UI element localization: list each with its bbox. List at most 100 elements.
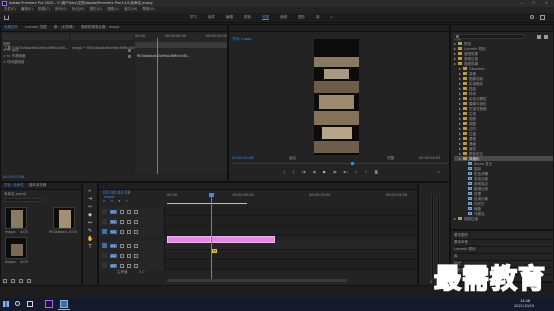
home-icon[interactable] — [4, 15, 9, 20]
razor-tool-icon[interactable]: ◆ — [87, 212, 93, 218]
expand-triangle-icon[interactable] — [459, 97, 461, 100]
workspace-assembly[interactable]: 组件 — [208, 15, 215, 20]
workspace-graphics[interactable]: 图形 — [298, 15, 305, 20]
solo-icon[interactable] — [133, 253, 138, 258]
expand-triangle-icon[interactable] — [459, 127, 461, 130]
snap-icon[interactable]: ∩ — [103, 199, 106, 203]
ec-playhead[interactable] — [157, 38, 158, 174]
hand-tool-icon[interactable]: ✋ — [87, 236, 93, 242]
timeline-track[interactable]: V1 — [99, 227, 417, 236]
lock-icon[interactable] — [119, 243, 124, 248]
timeline-track[interactable]: V2 — [99, 217, 417, 226]
tab-lumetri-scopes[interactable]: Lumetri 范围 — [25, 25, 47, 31]
add-button-icon[interactable]: + — [437, 170, 440, 174]
play-icon[interactable]: ▶ — [323, 170, 326, 174]
mark-in-icon[interactable]: { — [283, 170, 285, 174]
ripple-edit-tool-icon[interactable]: ⇿ — [87, 204, 93, 210]
new-item-icon[interactable] — [19, 279, 23, 283]
workspace-learn[interactable]: 学习 — [190, 15, 197, 20]
expand-triangle-icon[interactable] — [459, 117, 461, 120]
selection-tool-icon[interactable]: ▸ — [87, 188, 93, 194]
go-to-in-icon[interactable]: |◀ — [301, 170, 305, 174]
maximize-button[interactable]: ☐ — [532, 1, 535, 5]
clock-time[interactable]: 14:48 — [520, 299, 530, 303]
expand-triangle-icon[interactable] — [459, 67, 461, 70]
solo-icon[interactable] — [133, 263, 138, 268]
tab-audio-clip-mixer[interactable]: 音频剪辑混合器：magic — [81, 25, 120, 31]
timeline-scrollbar[interactable] — [167, 279, 347, 282]
clock-date[interactable]: 2021/10/15 — [514, 304, 534, 308]
pen-tool-icon[interactable]: ✎ — [87, 228, 93, 234]
expand-triangle-icon[interactable] — [454, 52, 456, 55]
timeline-playhead[interactable] — [211, 193, 212, 279]
timeline-playhead-handle[interactable] — [209, 193, 214, 197]
sync-icon[interactable] — [126, 209, 131, 214]
tab-source[interactable]: 源：(无剪辑) — [54, 25, 74, 31]
quality-dropdown[interactable]: 完整 — [387, 156, 394, 160]
lock-icon[interactable] — [119, 229, 124, 234]
reset-icon-2[interactable] — [128, 55, 131, 58]
type-tool-icon[interactable]: T — [87, 244, 93, 250]
side-panel-tab[interactable]: 基本图形 — [454, 233, 552, 240]
expand-triangle-icon[interactable] — [459, 107, 461, 110]
close-button[interactable]: ✕ — [545, 1, 548, 5]
search-icon[interactable] — [530, 15, 534, 19]
project-search-input[interactable] — [4, 198, 44, 202]
expand-triangle-icon[interactable] — [459, 87, 461, 90]
timeline-track[interactable]: A2 — [99, 251, 417, 260]
eye-icon[interactable] — [133, 229, 138, 234]
workspace-more-icon[interactable]: » — [331, 15, 333, 20]
expand-triangle-icon[interactable] — [459, 122, 461, 125]
sync-icon[interactable] — [126, 229, 131, 234]
expand-triangle-icon[interactable] — [459, 157, 461, 160]
explorer-taskbar-icon[interactable] — [60, 300, 68, 308]
expand-triangle-icon[interactable] — [459, 132, 461, 135]
expand-triangle-icon[interactable] — [454, 57, 456, 60]
premiere-taskbar-icon[interactable] — [45, 300, 53, 308]
search-taskbar-icon[interactable] — [15, 301, 20, 306]
add-marker-icon[interactable]: ▾ — [118, 199, 120, 203]
eye-icon[interactable] — [133, 219, 138, 224]
track-target-toggle[interactable] — [102, 209, 107, 214]
expand-triangle-icon[interactable] — [459, 152, 461, 155]
expand-triangle-icon[interactable] — [459, 112, 461, 115]
mute-icon[interactable] — [126, 253, 131, 258]
side-panel-tab[interactable]: 库 — [454, 254, 552, 261]
expand-triangle-icon[interactable] — [459, 77, 461, 80]
lock-icon[interactable] — [119, 219, 124, 224]
timeline-timecode[interactable]: 00:00:02:08 — [103, 191, 130, 196]
track-target-toggle[interactable] — [102, 243, 107, 248]
slip-tool-icon[interactable]: ↔ — [87, 220, 93, 226]
expand-triangle-icon[interactable] — [459, 142, 461, 145]
program-playhead[interactable] — [351, 162, 354, 165]
program-scrubber[interactable] — [232, 162, 448, 166]
sync-icon[interactable] — [126, 219, 131, 224]
lift-icon[interactable]: ⇧ — [355, 170, 358, 174]
minimize-button[interactable]: — — [520, 1, 524, 5]
eye-icon[interactable] — [133, 209, 138, 214]
mute-icon[interactable] — [126, 243, 131, 248]
mute-icon[interactable] — [126, 263, 131, 268]
share-icon[interactable] — [540, 15, 545, 20]
project-item[interactable] — [53, 207, 75, 229]
fit-dropdown[interactable]: 适合 — [289, 156, 296, 160]
expand-triangle-icon[interactable] — [459, 137, 461, 140]
extract-icon[interactable]: ⇪ — [365, 170, 368, 174]
reset-icon[interactable] — [128, 49, 131, 52]
expand-triangle-icon[interactable] — [459, 147, 461, 150]
workspace-color[interactable]: 颜色 — [244, 15, 251, 20]
export-frame-icon[interactable]: ◙ — [375, 170, 378, 174]
workspace-editing[interactable]: 编辑 — [226, 15, 233, 20]
track-target-toggle[interactable] — [102, 253, 107, 258]
effects-search-icon[interactable] — [456, 35, 459, 38]
expand-triangle-icon[interactable] — [459, 72, 461, 75]
step-back-icon[interactable]: ◀| — [312, 170, 316, 174]
side-panel-tab[interactable]: Lumetri 颜色 — [454, 247, 552, 254]
lock-icon[interactable] — [119, 209, 124, 214]
lock-icon[interactable] — [119, 263, 124, 268]
delete-icon[interactable] — [544, 35, 548, 39]
windows-start-icon[interactable] — [3, 301, 9, 307]
effect-row-time-remap[interactable]: > 时间重映射 — [3, 60, 131, 66]
workspace-effects[interactable]: 效果 — [262, 15, 269, 20]
solo-icon[interactable] — [133, 243, 138, 248]
